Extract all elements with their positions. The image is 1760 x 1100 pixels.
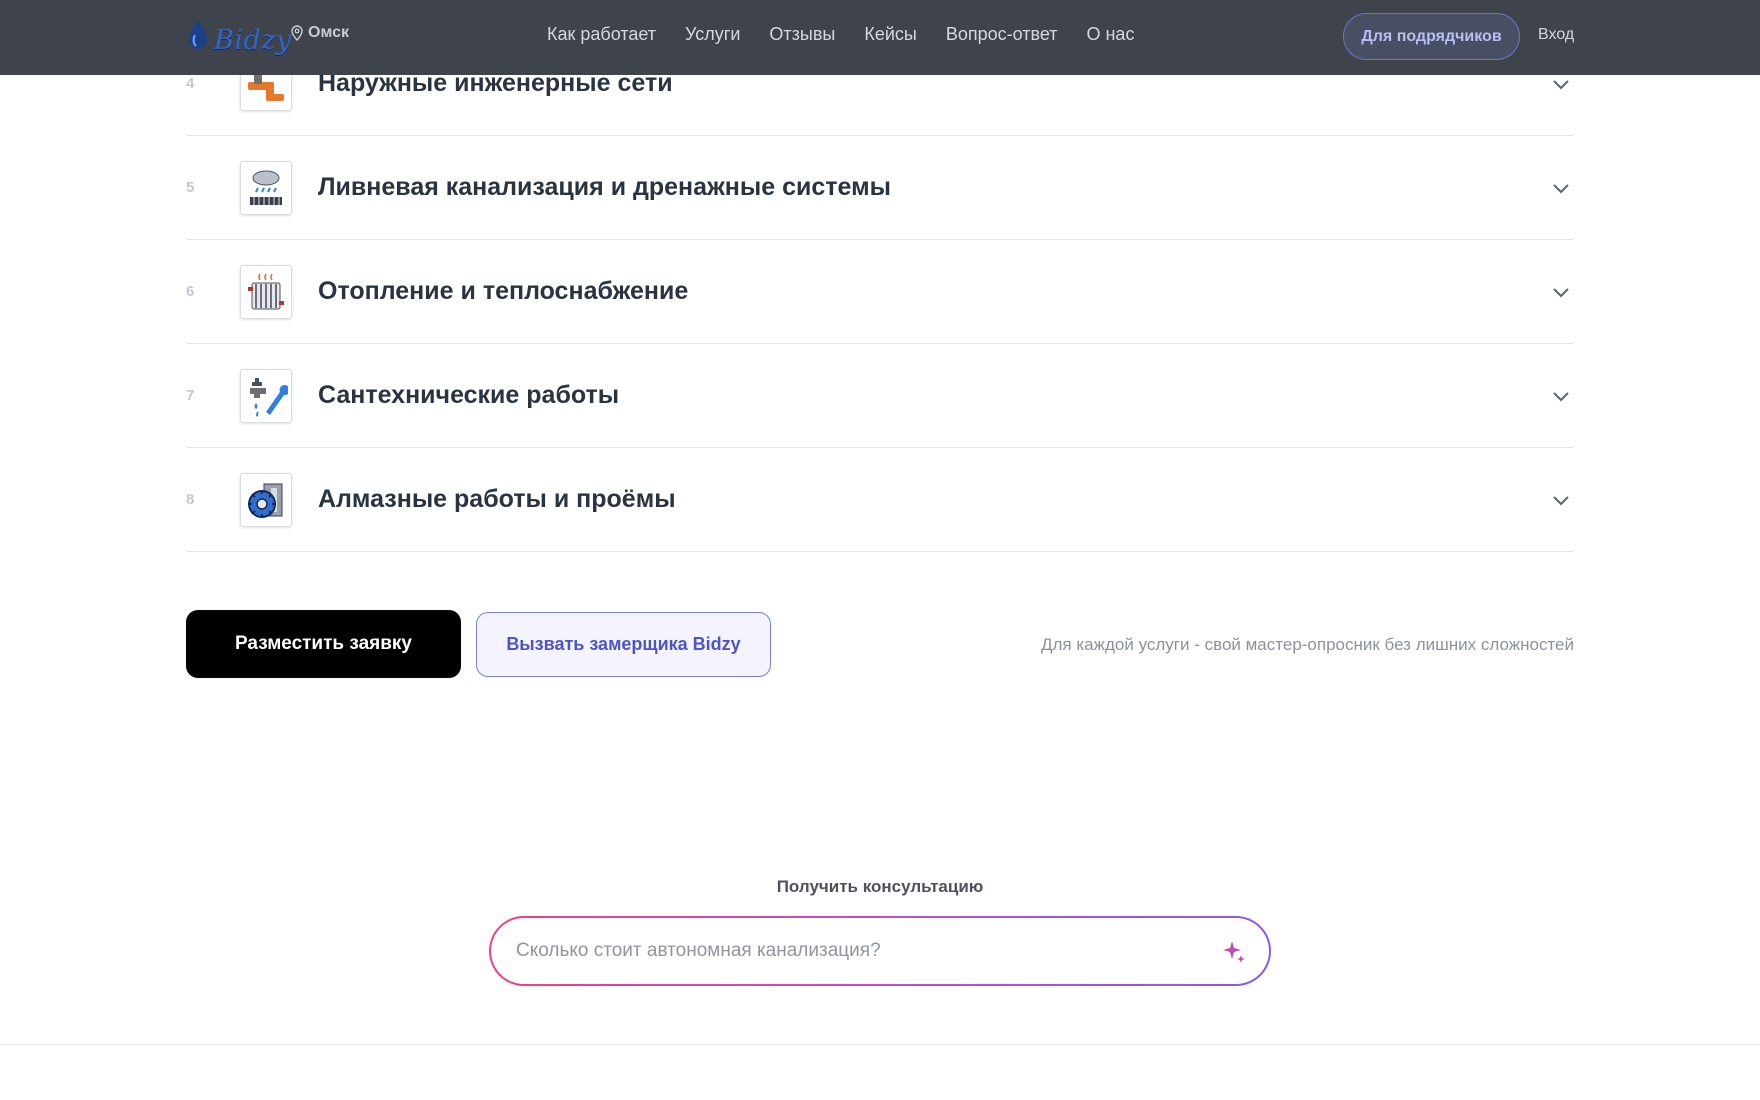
rain-drainage-icon xyxy=(240,160,292,215)
radiator-icon xyxy=(240,264,292,319)
city-name: Омск xyxy=(308,24,349,41)
services-list: 4 Наружные инженерные сети 5 Ливневая ка… xyxy=(186,32,1574,552)
nav-services[interactable]: Услуги xyxy=(685,24,740,45)
service-row[interactable]: 7 Сантехнические работы xyxy=(186,344,1574,448)
footer-divider xyxy=(0,1044,1760,1045)
location-pin-icon xyxy=(291,25,303,41)
service-number: 4 xyxy=(186,75,195,92)
chevron-down-icon[interactable] xyxy=(1550,73,1572,95)
nav-reviews[interactable]: Отзывы xyxy=(769,24,835,45)
diamond-saw-icon xyxy=(240,472,292,527)
nav-about[interactable]: О нас xyxy=(1086,24,1134,45)
chevron-down-icon[interactable] xyxy=(1550,177,1572,199)
service-title: Ливневая канализация и дренажные системы xyxy=(318,173,891,201)
services-hint-text: Для каждой услуги - свой мастер-опросник… xyxy=(1040,635,1574,654)
nav-faq[interactable]: Вопрос-ответ xyxy=(946,24,1058,45)
chevron-down-icon[interactable] xyxy=(1550,385,1572,407)
chevron-down-icon[interactable] xyxy=(1550,489,1572,511)
service-row[interactable]: 6 Отопление и теплоснабжение xyxy=(186,240,1574,344)
login-link[interactable]: Вход xyxy=(1538,26,1574,44)
service-row[interactable]: 8 Алмазные работы и проёмы xyxy=(186,448,1574,552)
logo-mark-icon xyxy=(189,21,207,49)
consultation-search-inner xyxy=(491,918,1269,984)
call-measurer-button[interactable]: Вызвать замерщика Bidzy xyxy=(476,612,771,677)
place-request-button[interactable]: Разместить заявку xyxy=(186,610,461,678)
sparkle-icon[interactable] xyxy=(1221,938,1247,964)
service-row[interactable]: 5 Ливневая канализация и дренажные систе… xyxy=(186,136,1574,240)
service-title: Отопление и теплоснабжение xyxy=(318,277,689,305)
nav-how-it-works[interactable]: Как работает xyxy=(547,24,656,45)
logo[interactable]: Bidzy xyxy=(186,16,292,56)
contractors-button[interactable]: Для подрядчиков xyxy=(1343,13,1520,60)
nav-cases[interactable]: Кейсы xyxy=(864,24,917,45)
service-title: Сантехнические работы xyxy=(318,381,620,409)
main-nav: Как работает Услуги Отзывы Кейсы Вопрос-… xyxy=(547,24,1134,45)
top-header: Bidzy Омск Как работает Услуги Отзывы Ке… xyxy=(0,0,1760,75)
logo-text: Bidzy xyxy=(214,24,292,56)
chevron-down-icon[interactable] xyxy=(1550,281,1572,303)
consultation-label: Получить консультацию xyxy=(776,877,984,896)
service-number: 7 xyxy=(186,387,195,404)
city-selector[interactable]: Омск xyxy=(290,24,349,42)
service-number: 5 xyxy=(186,179,195,196)
consultation-search-box xyxy=(489,916,1271,986)
consultation-input[interactable] xyxy=(516,940,1221,962)
service-number: 8 xyxy=(186,491,195,508)
service-number: 6 xyxy=(186,283,195,300)
faucet-wrench-icon xyxy=(240,368,292,423)
service-title: Алмазные работы и проёмы xyxy=(318,485,676,513)
